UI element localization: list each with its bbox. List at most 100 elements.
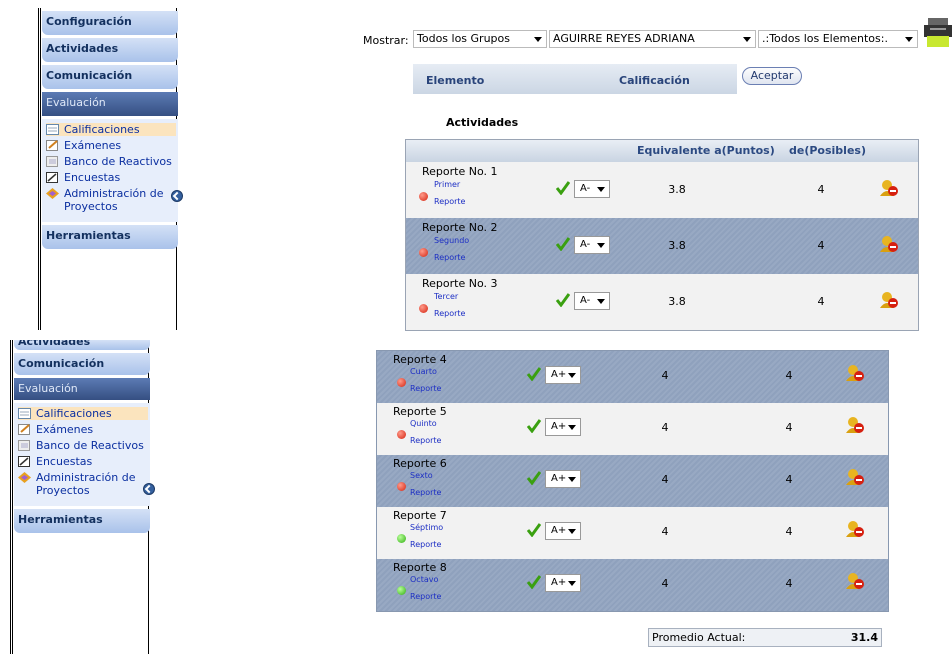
row-sub-link[interactable]: Octavo Reporte [410,571,441,605]
activities-table-bottom: Reporte 4 Cuarto Reporte A+ 4 4 Reporte 5… [376,350,889,612]
row-sub-line1: Primer [434,180,461,189]
check-icon [556,237,570,251]
row-sub-line1: Tercer [434,292,459,301]
status-dot-icon [419,304,428,313]
table-row: Reporte No. 2 Segundo Reporte A- 3.8 4 [406,218,918,274]
row-sub-line2: Reporte [410,540,442,549]
sidebar-item-proyectos[interactable]: Administración de Proyectos [46,187,176,213]
sidebar-item-label: Calificaciones [64,123,140,136]
grade-select[interactable]: A- [574,180,610,198]
sidebar-section-evaluacion[interactable]: Evaluación [14,378,150,400]
sidebar-section-comunicacion[interactable]: Comunicación [42,65,178,89]
check-icon [556,181,570,195]
student-select[interactable]: AGUIRRE REYES ADRIANA [549,30,756,48]
grade-value: A- [580,239,591,250]
user-delete-icon[interactable] [845,468,865,486]
row-sub-link[interactable]: Quinto Reporte [410,415,441,449]
possible-value: 4 [785,421,793,434]
grade-select[interactable]: A+ [545,522,581,540]
sidebar-section-herramientas[interactable]: Herramientas [42,225,178,249]
promedio-value: 31.4 [850,631,878,644]
possible-value: 4 [817,183,825,196]
grade-select[interactable]: A- [574,292,610,310]
sidebar-item-examenes[interactable]: Exámenes [18,423,148,436]
grades-icon [46,124,59,135]
row-sub-link[interactable]: Sexto Reporte [410,467,441,501]
sidebar-section-herramientas[interactable]: Herramientas [14,509,150,533]
sidebar-section-actividades[interactable]: Actividades [14,340,150,350]
grade-select[interactable]: A+ [545,366,581,384]
user-delete-icon[interactable] [845,416,865,434]
row-sub-link[interactable]: Segundo Reporte [434,232,469,266]
sidebar-item-encuestas[interactable]: Encuestas [46,171,176,184]
points-value: 3.8 [668,239,686,252]
filter-header-bar: Elemento Calificación [413,64,737,94]
row-sub-line1: Quinto [410,419,437,428]
grade-value: A+ [551,473,567,484]
grade-select[interactable]: A+ [545,470,581,488]
header-equivalente: Equivalente a(Puntos) [637,144,775,157]
sidebar-evaluacion-panel: Calificaciones Exámenes Banco de Reactiv… [14,403,150,506]
user-delete-icon[interactable] [879,235,899,253]
group-select-value: Todos los Grupos [417,32,510,45]
sidebar-section-comunicacion[interactable]: Comunicación [14,353,150,375]
status-dot-icon [419,248,428,257]
grade-select[interactable]: A+ [545,418,581,436]
user-delete-icon[interactable] [845,520,865,538]
collapse-sidebar-icon[interactable] [143,483,155,495]
status-dot-icon [397,534,406,543]
user-delete-icon[interactable] [879,179,899,197]
table-row: Reporte 4 Cuarto Reporte A+ 4 4 [377,351,888,403]
grade-select[interactable]: A+ [545,574,581,592]
status-dot-icon [419,192,428,201]
sidebar-item-label: Exámenes [64,139,122,152]
sidebar-item-calificaciones[interactable]: Calificaciones [18,407,148,420]
row-sub-line2: Reporte [410,488,442,497]
chevron-down-icon [568,529,576,534]
user-delete-icon[interactable] [879,291,899,309]
user-delete-icon[interactable] [845,572,865,590]
sidebar-item-banco[interactable]: Banco de Reactivos [18,439,148,452]
row-sub-line1: Cuarto [410,367,437,376]
survey-icon [46,172,58,183]
sidebar-section-evaluacion[interactable]: Evaluación [42,92,178,116]
sidebar-section-actividades[interactable]: Actividades [42,38,178,62]
row-sub-link[interactable]: Primer Reporte [434,176,465,210]
row-sub-line2: Reporte [434,253,466,262]
sidebar-item-calificaciones[interactable]: Calificaciones [46,123,176,136]
bank-icon [18,440,30,451]
points-value: 4 [661,525,669,538]
row-sub-link[interactable]: Cuarto Reporte [410,363,441,397]
projects-icon [46,188,59,199]
grade-select[interactable]: A- [574,236,610,254]
row-sub-link[interactable]: Tercer Reporte [434,288,465,322]
points-value: 3.8 [668,183,686,196]
chevron-down-icon [568,581,576,586]
elements-select[interactable]: .:Todos los Elementos:. [758,30,918,48]
grades-icon [18,408,31,419]
sidebar-item-examenes[interactable]: Exámenes [46,139,176,152]
sidebar-item-banco[interactable]: Banco de Reactivos [46,155,176,168]
row-sub-line2: Reporte [434,197,466,206]
row-sub-line2: Reporte [410,384,442,393]
row-sub-link[interactable]: Séptimo Reporte [410,519,443,553]
survey-icon [18,456,30,467]
sidebar-item-proyectos[interactable]: Administración de Proyectos [18,471,148,497]
sidebar-item-label: Administración de Proyectos [36,471,136,497]
group-select[interactable]: Todos los Grupos [413,30,547,48]
points-value: 3.8 [668,295,686,308]
section-title: Actividades [446,116,519,129]
column-elemento: Elemento [426,74,485,87]
sidebar-item-encuestas[interactable]: Encuestas [18,455,148,468]
user-delete-icon[interactable] [845,364,865,382]
aceptar-button[interactable]: Aceptar [742,67,802,85]
filter-label: Mostrar: [363,34,409,47]
row-sub-line1: Octavo [410,575,439,584]
sidebar-section-configuracion[interactable]: Configuración [42,11,178,35]
printer-icon[interactable] [924,16,952,48]
collapse-sidebar-icon[interactable] [171,190,183,202]
row-sub-line2: Reporte [410,436,442,445]
column-calificacion: Calificación [619,74,690,87]
possible-value: 4 [817,239,825,252]
student-select-value: AGUIRRE REYES ADRIANA [553,32,695,45]
